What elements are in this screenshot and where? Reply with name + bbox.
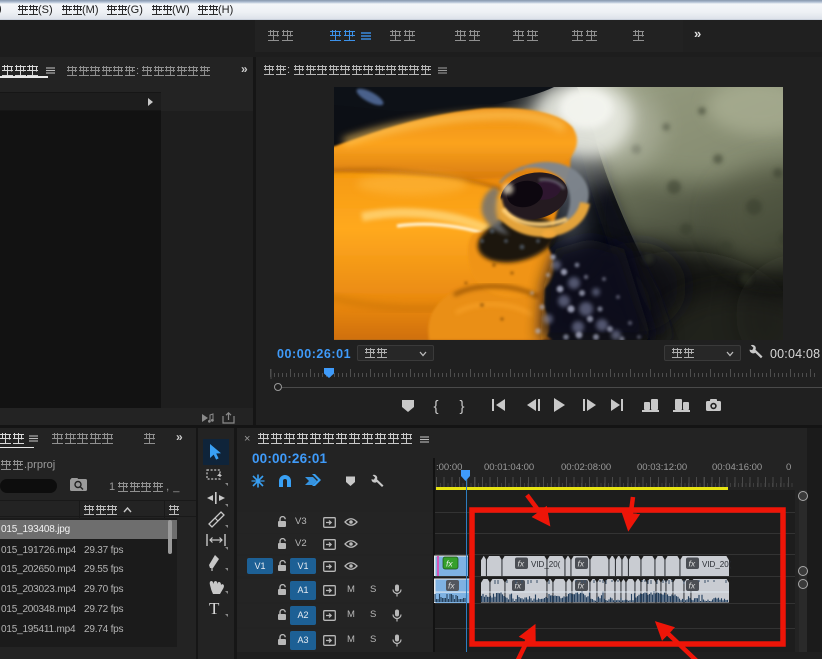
svg-text:fx: fx (578, 559, 585, 569)
svg-text:fx: fx (578, 581, 585, 591)
svg-text:fx: fx (689, 559, 696, 569)
svg-text:VID_20(: VID_20( (531, 560, 561, 569)
svg-text:fx: fx (518, 559, 525, 569)
svg-text:fx: fx (689, 581, 696, 591)
svg-text:{: { (433, 398, 438, 415)
svg-text:}: } (459, 398, 464, 415)
svg-text:VID_20(: VID_20( (702, 560, 732, 569)
svg-text:fx: fx (448, 581, 455, 591)
svg-text:T: T (209, 599, 220, 618)
svg-text:fx: fx (446, 559, 453, 569)
